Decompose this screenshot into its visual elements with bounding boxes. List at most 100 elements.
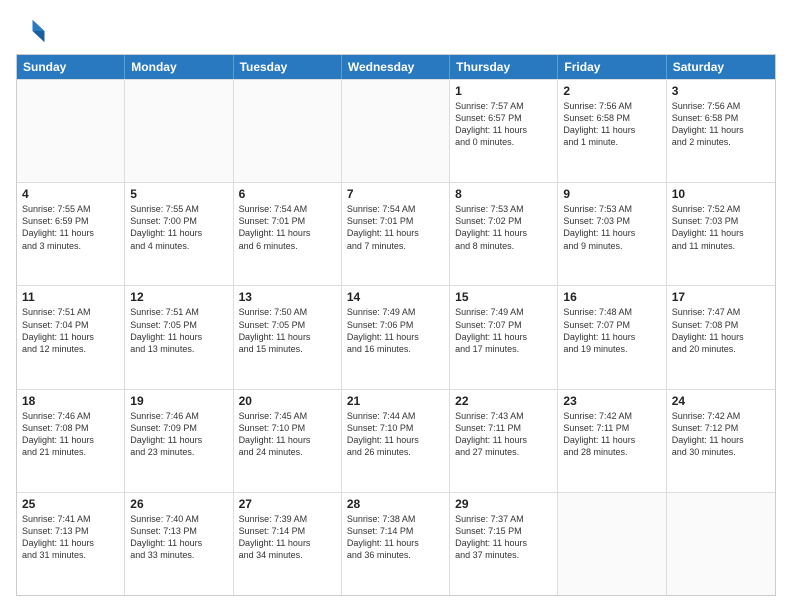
day-info: Sunrise: 7:55 AM Sunset: 6:59 PM Dayligh… [22, 203, 119, 252]
day-info: Sunrise: 7:57 AM Sunset: 6:57 PM Dayligh… [455, 100, 552, 149]
cal-cell: 27Sunrise: 7:39 AM Sunset: 7:14 PM Dayli… [234, 493, 342, 595]
day-number: 28 [347, 497, 444, 511]
week-row-0: 1 Sunrise: 7:57 AM Sunset: 6:57 PM Daylig… [17, 79, 775, 182]
day-number: 19 [130, 394, 227, 408]
day-info: Sunrise: 7:42 AM Sunset: 7:11 PM Dayligh… [563, 410, 660, 459]
day-info: Sunrise: 7:54 AM Sunset: 7:01 PM Dayligh… [239, 203, 336, 252]
week-row-1: 4 Sunrise: 7:55 AM Sunset: 6:59 PM Daylig… [17, 182, 775, 285]
cal-cell: 2Sunrise: 7:56 AM Sunset: 6:58 PM Daylig… [558, 80, 666, 182]
cal-cell: 3 Sunrise: 7:56 AM Sunset: 6:58 PM Daylig… [667, 80, 775, 182]
day-number: 8 [455, 187, 552, 201]
cal-cell: 6Sunrise: 7:54 AM Sunset: 7:01 PM Daylig… [234, 183, 342, 285]
header [16, 16, 776, 46]
day-number: 20 [239, 394, 336, 408]
header-day-monday: Monday [125, 55, 233, 79]
cal-cell [558, 493, 666, 595]
day-number: 5 [130, 187, 227, 201]
header-day-thursday: Thursday [450, 55, 558, 79]
cal-cell: 17 Sunrise: 7:47 AM Sunset: 7:08 PM Dayli… [667, 286, 775, 388]
cal-cell: 24 Sunrise: 7:42 AM Sunset: 7:12 PM Dayli… [667, 390, 775, 492]
day-info: Sunrise: 7:42 AM Sunset: 7:12 PM Dayligh… [672, 410, 770, 459]
day-info: Sunrise: 7:55 AM Sunset: 7:00 PM Dayligh… [130, 203, 227, 252]
cal-cell: 5 Sunrise: 7:55 AM Sunset: 7:00 PM Daylig… [125, 183, 233, 285]
header-day-sunday: Sunday [17, 55, 125, 79]
day-info: Sunrise: 7:37 AM Sunset: 7:15 PM Dayligh… [455, 513, 552, 562]
day-info: Sunrise: 7:43 AM Sunset: 7:11 PM Dayligh… [455, 410, 552, 459]
cal-cell: 28 Sunrise: 7:38 AM Sunset: 7:14 PM Dayli… [342, 493, 450, 595]
day-number: 16 [563, 290, 660, 304]
cal-cell: 29 Sunrise: 7:37 AM Sunset: 7:15 PM Dayli… [450, 493, 558, 595]
page: SundayMondayTuesdayWednesdayThursdayFrid… [0, 0, 792, 612]
day-number: 9 [563, 187, 660, 201]
day-info: Sunrise: 7:56 AM Sunset: 6:58 PM Dayligh… [672, 100, 770, 149]
header-day-wednesday: Wednesday [342, 55, 450, 79]
day-number: 23 [563, 394, 660, 408]
cal-cell: 11 Sunrise: 7:51 AM Sunset: 7:04 PM Dayli… [17, 286, 125, 388]
week-row-3: 18 Sunrise: 7:46 AM Sunset: 7:08 PM Dayli… [17, 389, 775, 492]
cal-cell: 12Sunrise: 7:51 AM Sunset: 7:05 PM Dayli… [125, 286, 233, 388]
day-number: 1 [455, 84, 552, 98]
cal-cell: 4 Sunrise: 7:55 AM Sunset: 6:59 PM Daylig… [17, 183, 125, 285]
cal-cell [125, 80, 233, 182]
day-info: Sunrise: 7:49 AM Sunset: 7:06 PM Dayligh… [347, 306, 444, 355]
cal-cell: 13Sunrise: 7:50 AM Sunset: 7:05 PM Dayli… [234, 286, 342, 388]
day-info: Sunrise: 7:40 AM Sunset: 7:13 PM Dayligh… [130, 513, 227, 562]
day-number: 17 [672, 290, 770, 304]
day-number: 2 [563, 84, 660, 98]
week-row-2: 11 Sunrise: 7:51 AM Sunset: 7:04 PM Dayli… [17, 285, 775, 388]
cal-cell: 25 Sunrise: 7:41 AM Sunset: 7:13 PM Dayli… [17, 493, 125, 595]
calendar-header: SundayMondayTuesdayWednesdayThursdayFrid… [17, 55, 775, 79]
cal-cell: 7 Sunrise: 7:54 AM Sunset: 7:01 PM Daylig… [342, 183, 450, 285]
day-number: 29 [455, 497, 552, 511]
day-info: Sunrise: 7:46 AM Sunset: 7:09 PM Dayligh… [130, 410, 227, 459]
day-info: Sunrise: 7:53 AM Sunset: 7:02 PM Dayligh… [455, 203, 552, 252]
calendar: SundayMondayTuesdayWednesdayThursdayFrid… [16, 54, 776, 596]
header-day-saturday: Saturday [667, 55, 775, 79]
day-number: 22 [455, 394, 552, 408]
cal-cell [234, 80, 342, 182]
cal-cell: 20 Sunrise: 7:45 AM Sunset: 7:10 PM Dayli… [234, 390, 342, 492]
calendar-body: 1 Sunrise: 7:57 AM Sunset: 6:57 PM Daylig… [17, 79, 775, 595]
day-number: 21 [347, 394, 444, 408]
cal-cell: 8 Sunrise: 7:53 AM Sunset: 7:02 PM Daylig… [450, 183, 558, 285]
logo [16, 16, 50, 46]
day-info: Sunrise: 7:51 AM Sunset: 7:04 PM Dayligh… [22, 306, 119, 355]
day-info: Sunrise: 7:45 AM Sunset: 7:10 PM Dayligh… [239, 410, 336, 459]
cal-cell: 9 Sunrise: 7:53 AM Sunset: 7:03 PM Daylig… [558, 183, 666, 285]
day-number: 7 [347, 187, 444, 201]
day-info: Sunrise: 7:52 AM Sunset: 7:03 PM Dayligh… [672, 203, 770, 252]
day-info: Sunrise: 7:54 AM Sunset: 7:01 PM Dayligh… [347, 203, 444, 252]
day-info: Sunrise: 7:47 AM Sunset: 7:08 PM Dayligh… [672, 306, 770, 355]
cal-cell: 23 Sunrise: 7:42 AM Sunset: 7:11 PM Dayli… [558, 390, 666, 492]
day-info: Sunrise: 7:38 AM Sunset: 7:14 PM Dayligh… [347, 513, 444, 562]
cal-cell: 21 Sunrise: 7:44 AM Sunset: 7:10 PM Dayli… [342, 390, 450, 492]
header-day-friday: Friday [558, 55, 666, 79]
cal-cell [667, 493, 775, 595]
day-info: Sunrise: 7:48 AM Sunset: 7:07 PM Dayligh… [563, 306, 660, 355]
cal-cell: 10 Sunrise: 7:52 AM Sunset: 7:03 PM Dayli… [667, 183, 775, 285]
day-number: 12 [130, 290, 227, 304]
day-number: 11 [22, 290, 119, 304]
day-info: Sunrise: 7:44 AM Sunset: 7:10 PM Dayligh… [347, 410, 444, 459]
cal-cell: 16 Sunrise: 7:48 AM Sunset: 7:07 PM Dayli… [558, 286, 666, 388]
day-number: 18 [22, 394, 119, 408]
day-info: Sunrise: 7:39 AM Sunset: 7:14 PM Dayligh… [239, 513, 336, 562]
logo-icon [16, 16, 46, 46]
day-info: Sunrise: 7:53 AM Sunset: 7:03 PM Dayligh… [563, 203, 660, 252]
week-row-4: 25 Sunrise: 7:41 AM Sunset: 7:13 PM Dayli… [17, 492, 775, 595]
day-info: Sunrise: 7:49 AM Sunset: 7:07 PM Dayligh… [455, 306, 552, 355]
day-number: 15 [455, 290, 552, 304]
day-info: Sunrise: 7:46 AM Sunset: 7:08 PM Dayligh… [22, 410, 119, 459]
cal-cell: 14Sunrise: 7:49 AM Sunset: 7:06 PM Dayli… [342, 286, 450, 388]
day-info: Sunrise: 7:41 AM Sunset: 7:13 PM Dayligh… [22, 513, 119, 562]
day-number: 4 [22, 187, 119, 201]
day-number: 3 [672, 84, 770, 98]
cal-cell: 19 Sunrise: 7:46 AM Sunset: 7:09 PM Dayli… [125, 390, 233, 492]
day-number: 25 [22, 497, 119, 511]
day-number: 10 [672, 187, 770, 201]
day-number: 24 [672, 394, 770, 408]
day-number: 13 [239, 290, 336, 304]
cal-cell [17, 80, 125, 182]
cal-cell [342, 80, 450, 182]
cal-cell: 15 Sunrise: 7:49 AM Sunset: 7:07 PM Dayli… [450, 286, 558, 388]
